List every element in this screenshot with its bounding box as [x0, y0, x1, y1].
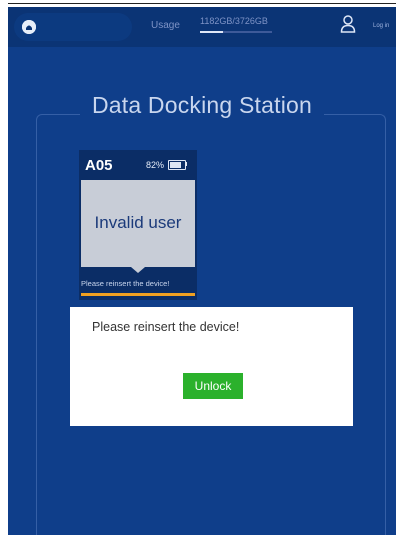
usage-label: Usage: [151, 20, 180, 31]
home-button[interactable]: [14, 13, 132, 41]
device-screen-text: Invalid user: [94, 213, 182, 232]
device-screen: Invalid user: [81, 180, 195, 267]
alert-dialog: Please reinsert the device! Unlock: [70, 307, 353, 426]
user-icon[interactable]: [340, 15, 356, 33]
title-wrap: Data Docking Station: [8, 92, 396, 119]
app-screen: Usage 1182GB/3726GB Log in Data Docking …: [8, 7, 396, 535]
page-title: Data Docking Station: [79, 92, 325, 119]
device-pointer-icon: [131, 267, 145, 273]
battery-tip: [185, 162, 187, 166]
usage-value: 1182GB/3726GB: [200, 16, 268, 26]
device-status-text: Please reinsert the device!: [81, 279, 170, 288]
device-id: A05: [85, 157, 113, 174]
usage-progress-bar: [200, 31, 272, 33]
unlock-button[interactable]: Unlock: [183, 373, 243, 399]
device-status-bar: [81, 293, 195, 296]
dialog-message: Please reinsert the device!: [92, 320, 240, 334]
device-card[interactable]: A05 82% Invalid user Please reinsert the…: [79, 150, 197, 300]
top-border-line: [8, 3, 396, 4]
usage-progress-fill: [200, 31, 224, 33]
device-header: A05 82%: [79, 150, 197, 180]
battery-percentage: 82%: [146, 160, 165, 170]
login-link[interactable]: Log in: [373, 23, 389, 29]
top-bar: Usage 1182GB/3726GB Log in: [8, 7, 396, 47]
robot-head-icon: [22, 20, 36, 34]
battery-icon: [168, 160, 186, 170]
battery-fill: [170, 162, 182, 168]
